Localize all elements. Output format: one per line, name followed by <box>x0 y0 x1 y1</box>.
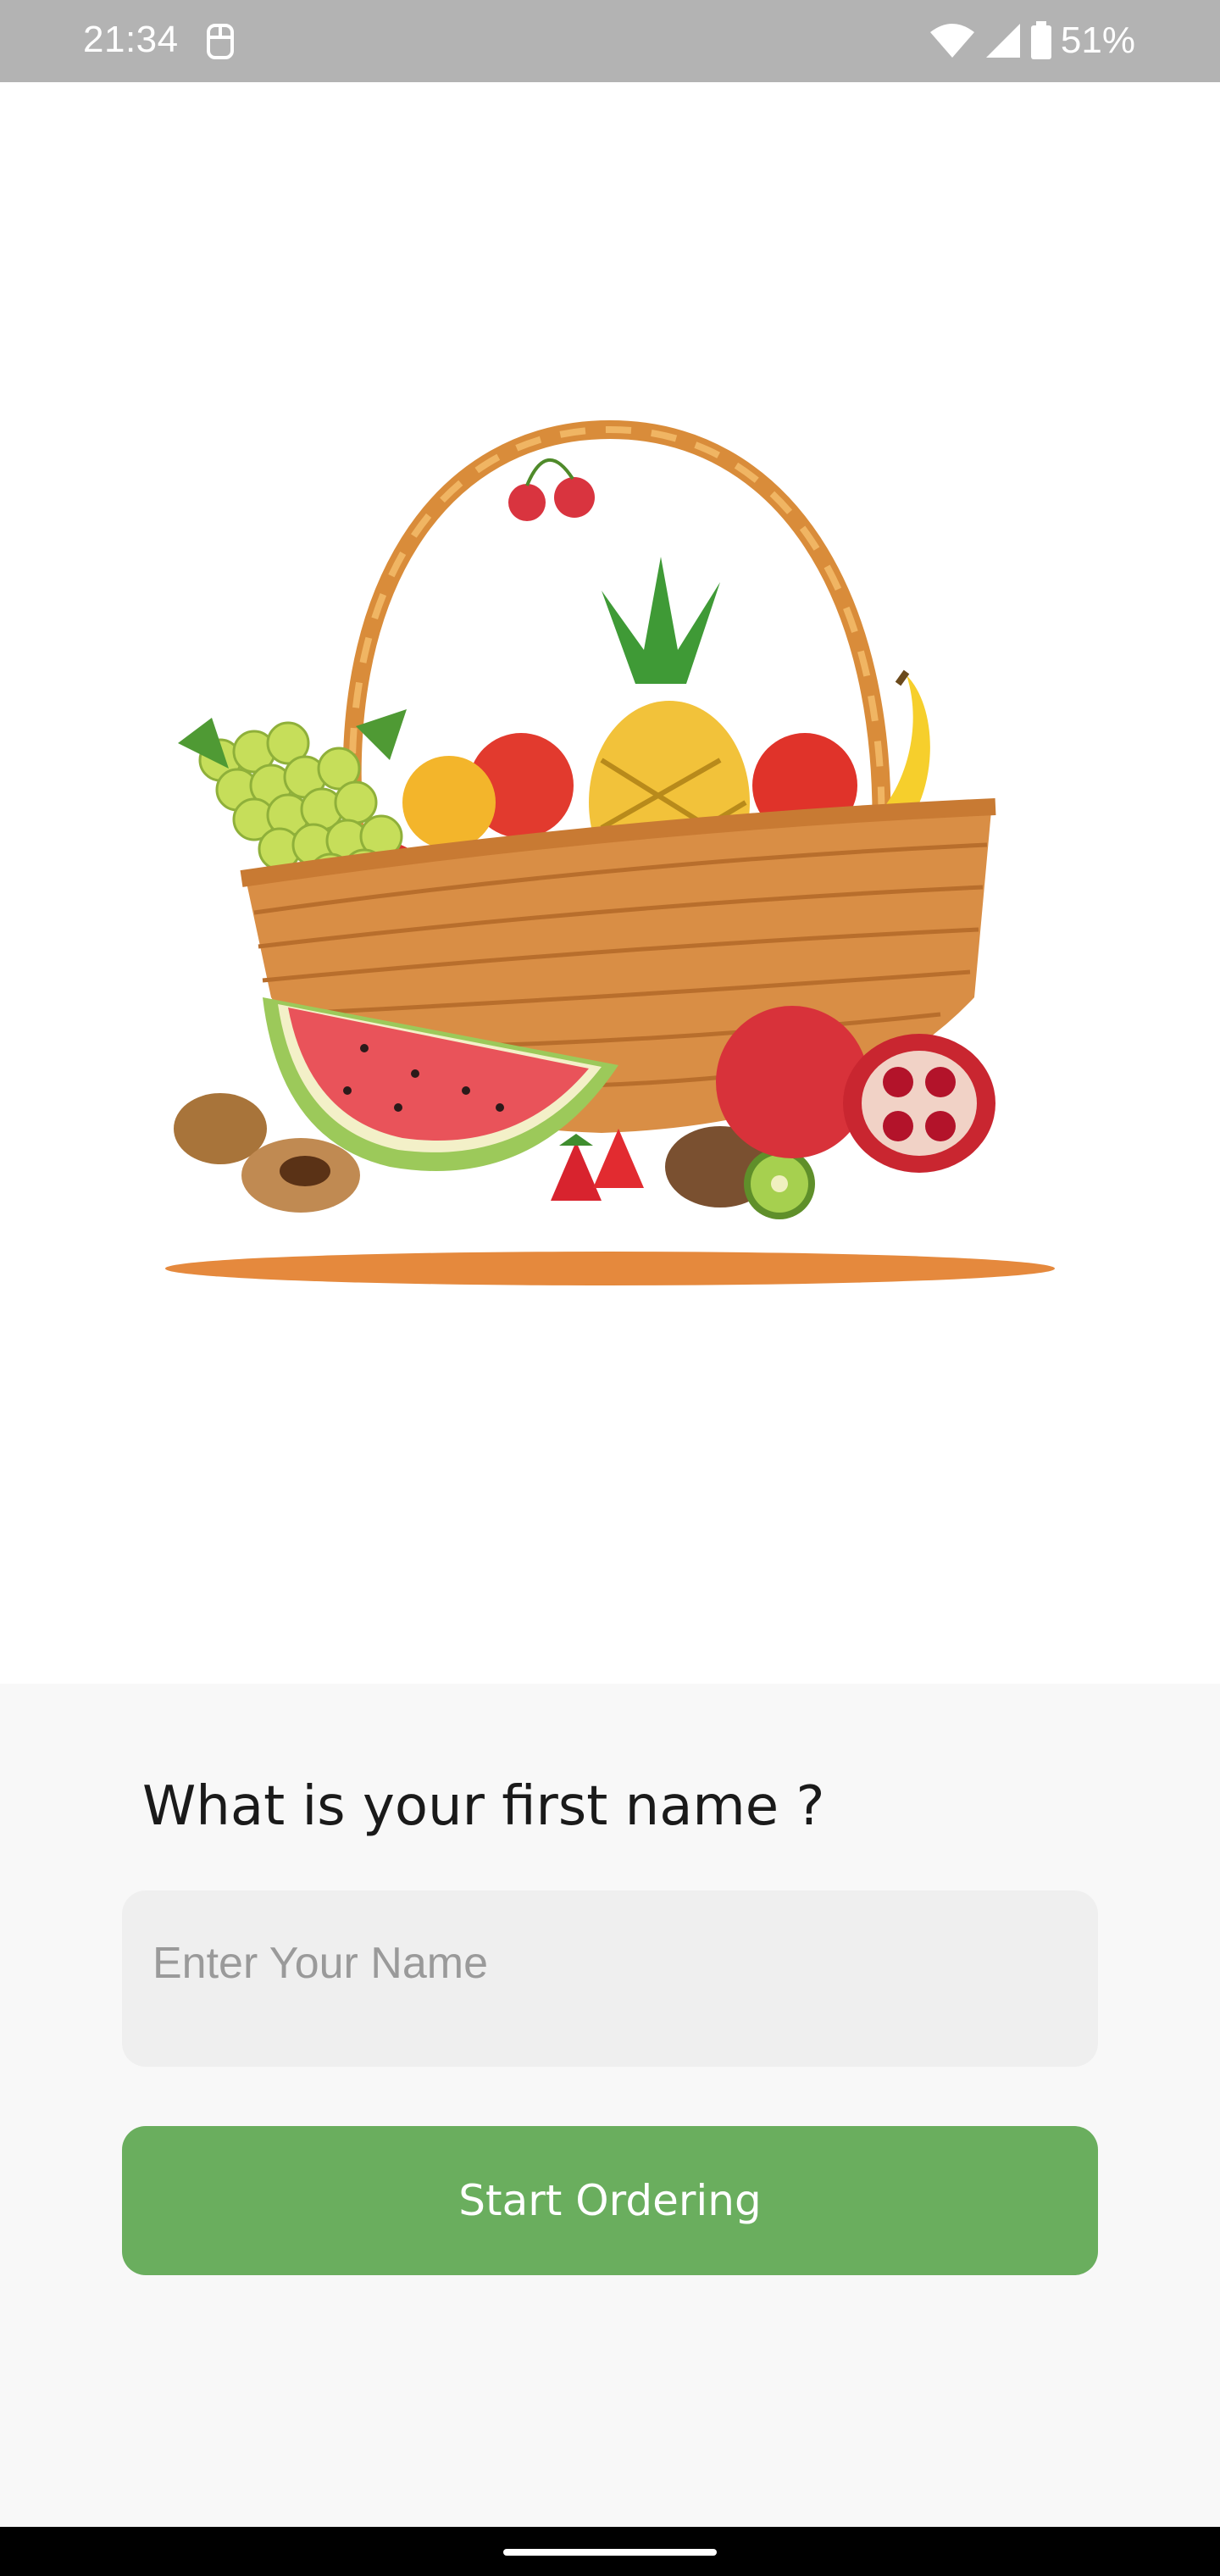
battery-percentage: 51% <box>1060 19 1135 61</box>
battery-icon <box>1030 21 1052 60</box>
navigation-bar <box>0 2527 1220 2576</box>
wifi-icon <box>929 22 976 59</box>
hero-area <box>0 82 1220 1684</box>
status-icons: 51% <box>929 19 1135 63</box>
fruit-basket-illustration <box>165 419 1055 1285</box>
home-indicator[interactable] <box>503 2549 717 2556</box>
cellular-signal-icon <box>984 22 1022 59</box>
name-form-sheet: What is your first name ? Start Ordering <box>0 1684 1220 2527</box>
start-ordering-button[interactable]: Start Ordering <box>122 2126 1098 2275</box>
name-question: What is your first name ? <box>142 1775 825 1838</box>
app-notification-icon <box>203 22 237 61</box>
status-time: 21:34 <box>83 19 179 60</box>
status-bar: 21:34 51% <box>0 0 1220 82</box>
name-input[interactable] <box>122 1890 1098 2067</box>
